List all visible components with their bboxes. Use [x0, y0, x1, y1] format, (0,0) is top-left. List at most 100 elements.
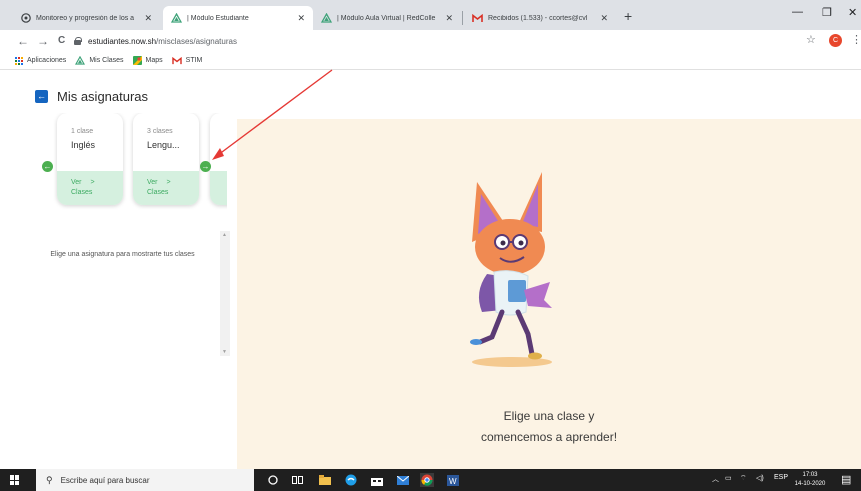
tab-title: Monitoreo y progresión de los a [36, 14, 135, 22]
class-count: 3 clases [147, 128, 173, 135]
link-label: Clases [147, 189, 169, 196]
subject-card-partial[interactable] [210, 113, 227, 205]
link-label: Clases [71, 189, 93, 196]
volume-icon[interactable]: ◁) [756, 474, 764, 482]
scroll-down-icon[interactable]: ▼ [222, 349, 227, 355]
windows-start-icon[interactable] [10, 475, 20, 485]
bookmark-label: STIM [185, 57, 203, 64]
browser-menu-icon[interactable]: ⋮ [851, 33, 861, 46]
subjects-carousel: 1 clase Inglés Ver > Clases 3 clases Leng… [42, 113, 227, 213]
bookmark-mis-clases[interactable]: Mis Clases [75, 56, 124, 65]
link-label: Ver [71, 179, 82, 186]
wifi-icon[interactable]: ⌔ [740, 474, 747, 483]
url-host: estudiantes.now.sh [88, 36, 157, 46]
close-window-button[interactable]: ✕ [848, 6, 857, 19]
subjects-panel: ← Mis asignaturas 1 clase Inglés Ver > Cl… [0, 71, 237, 469]
lock-icon [74, 37, 82, 45]
browser-tab-strip: Monitoreo y progresión de los a ✕ | Módu… [0, 0, 861, 30]
clock-time: 17:03 [802, 472, 818, 478]
browser-toolbar: ← → C estudiantes.now.sh/misclases/asign… [0, 30, 861, 52]
minimize-button[interactable]: — [792, 6, 803, 18]
tab-modulo-estudiante[interactable]: | Módulo Estudiante ✕ [163, 6, 313, 30]
apps-grid-icon [15, 56, 23, 65]
bookmark-star-icon[interactable]: ☆ [806, 33, 816, 46]
edge-icon[interactable] [344, 473, 358, 487]
notification-center-icon[interactable]: ▤ [841, 473, 851, 486]
cortana-icon[interactable] [266, 473, 280, 487]
word-icon[interactable]: W [446, 473, 460, 487]
scroll-up-icon[interactable]: ▲ [222, 232, 227, 238]
address-bar[interactable]: estudiantes.now.sh/misclases/asignaturas [74, 33, 814, 49]
card-footer [210, 171, 227, 205]
chevron-up-icon[interactable]: ︿ [712, 474, 719, 484]
tab-aula-virtual[interactable]: | Módulo Aula Virtual | RedColle ✕ [313, 6, 461, 30]
select-class-message: Elige una clase y comencemos a aprender! [237, 406, 861, 448]
triangle-logo-icon [171, 13, 182, 24]
chevron-right-icon: > [166, 179, 171, 186]
bookmark-label: Maps [145, 57, 163, 64]
taskbar-search[interactable]: ⚲ Escribe aquí para buscar [36, 469, 254, 491]
classes-list: Elige una asignatura para mostrarte tus … [30, 231, 230, 356]
back-button[interactable]: ← [35, 90, 48, 103]
bookmark-label: Mis Clases [89, 57, 124, 64]
language-indicator[interactable]: ESP [774, 474, 788, 481]
clock-date: 14-10-2020 [794, 481, 826, 487]
clock[interactable]: 17:03 14-10-2020 [793, 471, 827, 489]
link-label: Ver [147, 179, 158, 186]
carousel-next-button[interactable]: → [200, 161, 211, 172]
triangle-logo-icon [75, 56, 86, 65]
restore-button[interactable]: ❐ [822, 6, 832, 19]
page-content: ← Mis asignaturas 1 clase Inglés Ver > Cl… [0, 71, 861, 469]
ver-clases-link[interactable]: Ver > Clases [147, 178, 171, 198]
reload-icon[interactable]: C [58, 34, 65, 48]
chrome-icon[interactable] [420, 473, 434, 487]
subject-card-lenguaje[interactable]: 3 clases Lengu... Ver > Clases [133, 113, 199, 205]
mail-icon[interactable] [396, 473, 410, 487]
url-path: /misclases/asignaturas [156, 36, 237, 46]
gear-globe-icon [20, 13, 31, 24]
windows-taskbar: ⚲ Escribe aquí para buscar W ︿ ▭ ⌔ ◁) ES… [0, 469, 861, 491]
tab-title: | Módulo Estudiante [187, 14, 249, 22]
bookmark-label: Aplicaciones [27, 57, 67, 64]
bookmark-maps[interactable]: Maps [132, 56, 163, 65]
task-view-icon[interactable] [290, 473, 304, 487]
tab-close-icon[interactable]: ✕ [144, 13, 152, 24]
svg-text:W: W [449, 477, 457, 486]
store-icon[interactable] [370, 473, 384, 487]
gmail-icon [171, 56, 182, 65]
subject-name: Lengu... [147, 140, 180, 150]
file-explorer-icon[interactable] [318, 473, 332, 487]
class-placeholder-panel: Elige una clase y comencemos a aprender! [237, 119, 861, 469]
cta-line-1: Elige una clase y [503, 409, 595, 423]
chevron-right-icon: > [90, 179, 95, 186]
network-icon[interactable]: ▭ [725, 474, 732, 482]
bat-mascot-illustration [470, 172, 552, 367]
forward-arrow-icon[interactable]: → [37, 34, 49, 48]
tab-close-icon[interactable]: ✕ [445, 13, 453, 24]
search-icon: ⚲ [46, 474, 53, 485]
tab-close-icon[interactable]: ✕ [297, 13, 305, 24]
empty-state-message: Elige una asignatura para mostrarte tus … [50, 251, 195, 258]
tab-gmail[interactable]: Recibidos (1.533) - ccortes@cvl ✕ [464, 6, 616, 30]
new-tab-button[interactable]: + [624, 8, 632, 24]
ver-clases-link[interactable]: Ver > Clases [71, 178, 95, 198]
carousel-prev-button[interactable]: ← [42, 161, 53, 172]
tab-title: Recibidos (1.533) - ccortes@cvl [488, 14, 588, 22]
maps-icon [132, 56, 142, 65]
triangle-logo-icon [321, 13, 332, 24]
tab-separator [462, 11, 463, 25]
card-footer: Ver > Clases [133, 171, 199, 205]
subject-card-ingles[interactable]: 1 clase Inglés Ver > Clases [57, 113, 123, 205]
bookmark-stim[interactable]: STIM [171, 56, 203, 65]
tab-monitoreo[interactable]: Monitoreo y progresión de los a ✕ [12, 6, 160, 30]
bookmarks-bar: Aplicaciones Mis Clases Maps STIM [0, 52, 861, 70]
gmail-icon [472, 13, 483, 24]
bookmark-aplicaciones[interactable]: Aplicaciones [15, 56, 67, 65]
profile-avatar[interactable]: C [829, 34, 842, 47]
classes-scrollbar[interactable]: ▲ ▼ [220, 231, 230, 356]
tab-close-icon[interactable]: ✕ [600, 13, 608, 24]
card-footer: Ver > Clases [57, 171, 123, 205]
search-placeholder: Escribe aquí para buscar [60, 475, 150, 485]
back-arrow-icon[interactable]: ← [17, 34, 29, 48]
page-title: Mis asignaturas [57, 89, 149, 104]
